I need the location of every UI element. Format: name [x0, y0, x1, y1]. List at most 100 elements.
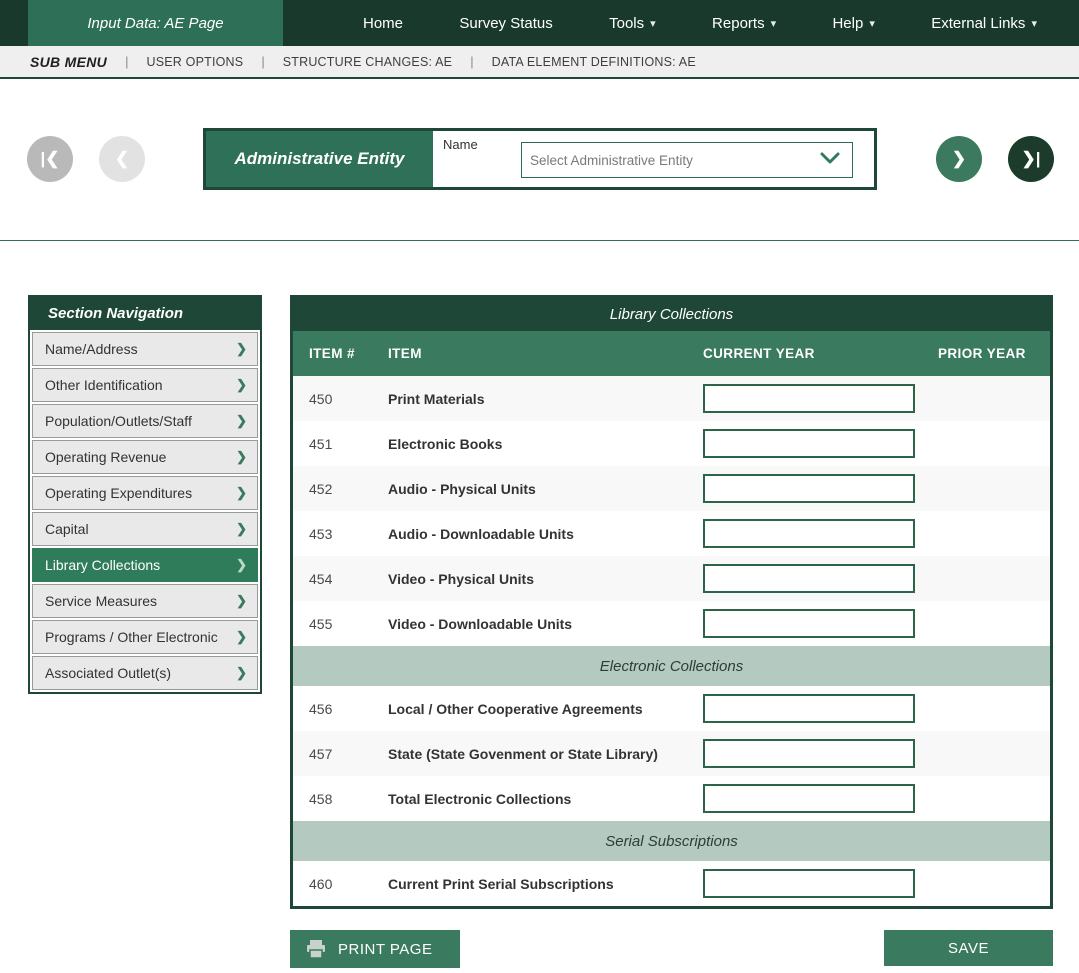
entity-select-value: Select Administrative Entity [530, 153, 820, 168]
current-year-input[interactable] [703, 429, 915, 458]
row-current-year-cell [703, 739, 938, 768]
sidebar-item-operating-revenue[interactable]: Operating Revenue ❯ [32, 440, 258, 474]
sidebar-item-operating-expenditures[interactable]: Operating Expenditures ❯ [32, 476, 258, 510]
chevron-right-icon: ❯ [236, 485, 247, 501]
chevron-right-icon: ❯ [236, 665, 247, 681]
pager-last-button[interactable]: ❯| [1008, 136, 1054, 182]
pager-prev-button[interactable]: ❮ [99, 136, 145, 182]
pager-first-button[interactable]: |❮ [27, 136, 73, 182]
row-item-number: 460 [293, 876, 388, 892]
nav-item[interactable]: Tools ▾ [609, 15, 656, 32]
table-row: 457 State (State Govenment or State Libr… [293, 731, 1050, 776]
pager-next-button[interactable]: ❯ [936, 136, 982, 182]
row-item-label: Audio - Downloadable Units [388, 526, 703, 542]
nav-item-label: Tools [609, 15, 644, 32]
table-row: 460 Current Print Serial Subscriptions [293, 861, 1050, 906]
row-item-number: 450 [293, 391, 388, 407]
table-row: 450 Print Materials [293, 376, 1050, 421]
row-item-number: 453 [293, 526, 388, 542]
sidebar-item-associated-outlet-s[interactable]: Associated Outlet(s) ❯ [32, 656, 258, 690]
sidebar-item-programs-other-electronic[interactable]: Programs / Other Electronic ❯ [32, 620, 258, 654]
chevron-right-icon: ❯ [236, 341, 247, 357]
row-current-year-cell [703, 694, 938, 723]
section-navigation-sidebar: Section Navigation Name/Address ❯ Other … [28, 295, 262, 694]
nav-item[interactable]: External Links ▾ [931, 15, 1037, 32]
nav-item[interactable]: Home [363, 15, 403, 32]
table-section-header: Serial Subscriptions [293, 821, 1050, 861]
current-year-input[interactable] [703, 474, 915, 503]
row-item-number: 458 [293, 791, 388, 807]
top-navbar: Input Data: AE Page Home Survey Status T… [0, 0, 1079, 46]
nav-item-label: Reports [712, 15, 765, 32]
sidebar-item-name-address[interactable]: Name/Address ❯ [32, 332, 258, 366]
entity-selector-box: Administrative Entity Name Select Admini… [203, 128, 877, 190]
current-year-input[interactable] [703, 869, 915, 898]
submenu-item[interactable]: USER OPTIONS [146, 55, 243, 69]
entity-name-label: Name [443, 137, 478, 152]
save-button[interactable]: SAVE [884, 930, 1053, 966]
table-body: 450 Print Materials 451 Electronic Books… [293, 376, 1050, 906]
sidebar-item-capital[interactable]: Capital ❯ [32, 512, 258, 546]
current-year-input[interactable] [703, 384, 915, 413]
entity-box-content: Name Select Administrative Entity [433, 131, 874, 187]
row-item-label: State (State Govenment or State Library) [388, 746, 703, 762]
sidebar-item-label: Capital [45, 521, 236, 537]
active-page-tab[interactable]: Input Data: AE Page [28, 0, 283, 46]
current-year-input[interactable] [703, 609, 915, 638]
sidebar-item-service-measures[interactable]: Service Measures ❯ [32, 584, 258, 618]
sidebar-item-label: Other Identification [45, 377, 236, 393]
sidebar-title: Section Navigation [30, 297, 260, 330]
row-item-number: 456 [293, 701, 388, 717]
sidebar-item-label: Library Collections [45, 557, 236, 573]
caret-down-icon: ▾ [771, 17, 777, 30]
print-page-button[interactable]: PRINT PAGE [290, 930, 460, 968]
sidebar-item-other-identification[interactable]: Other Identification ❯ [32, 368, 258, 402]
table-row: 454 Video - Physical Units [293, 556, 1050, 601]
sidebar-item-label: Population/Outlets/Staff [45, 413, 236, 429]
sidebar-item-population-outlets-staff[interactable]: Population/Outlets/Staff ❯ [32, 404, 258, 438]
nav-item-label: External Links [931, 15, 1025, 32]
sidebar-item-library-collections[interactable]: Library Collections ❯ [32, 548, 258, 582]
table-section-header: Electronic Collections [293, 646, 1050, 686]
sidebar-item-label: Associated Outlet(s) [45, 665, 236, 681]
main-nav: Home Survey Status Tools ▾ Reports ▾ Hel… [283, 0, 1079, 46]
nav-item[interactable]: Help ▾ [832, 15, 874, 32]
table-row: 455 Video - Downloadable Units [293, 601, 1050, 646]
current-year-input[interactable] [703, 564, 915, 593]
chevron-right-icon: ❯ [236, 413, 247, 429]
sidebar-items: Name/Address ❯ Other Identification ❯ Po… [30, 332, 260, 690]
section-divider [0, 240, 1079, 241]
table-row: 451 Electronic Books [293, 421, 1050, 466]
sidebar-item-label: Operating Revenue [45, 449, 236, 465]
row-item-label: Print Materials [388, 391, 703, 407]
table-header-row: ITEM # ITEM CURRENT YEAR PRIOR YEAR [293, 331, 1050, 376]
save-label: SAVE [948, 940, 989, 957]
row-item-number: 451 [293, 436, 388, 452]
nav-item[interactable]: Survey Status [459, 15, 552, 32]
nav-item[interactable]: Reports ▾ [712, 15, 776, 32]
current-year-input[interactable] [703, 694, 915, 723]
caret-down-icon: ▾ [1031, 17, 1037, 30]
row-current-year-cell [703, 784, 938, 813]
submenu-item[interactable]: STRUCTURE CHANGES: AE [283, 55, 453, 69]
nav-item-label: Help [832, 15, 863, 32]
table-row: 456 Local / Other Cooperative Agreements [293, 686, 1050, 731]
row-item-label: Audio - Physical Units [388, 481, 703, 497]
submenu-separator: | [261, 54, 264, 69]
row-current-year-cell [703, 519, 938, 548]
row-item-number: 457 [293, 746, 388, 762]
entity-box-title: Administrative Entity [206, 131, 433, 187]
current-year-input[interactable] [703, 519, 915, 548]
submenu-item[interactable]: DATA ELEMENT DEFINITIONS: AE [492, 55, 696, 69]
entity-select-dropdown[interactable]: Select Administrative Entity [521, 142, 853, 178]
chevron-right-icon: ❯ [236, 593, 247, 609]
current-year-input[interactable] [703, 784, 915, 813]
submenu-title: SUB MENU [30, 54, 107, 70]
chevron-right-icon: ❯ [236, 521, 247, 537]
table-row: 453 Audio - Downloadable Units [293, 511, 1050, 556]
row-item-label: Electronic Books [388, 436, 703, 452]
row-item-label: Current Print Serial Subscriptions [388, 876, 703, 892]
sidebar-item-label: Programs / Other Electronic [45, 629, 236, 645]
current-year-input[interactable] [703, 739, 915, 768]
row-item-number: 452 [293, 481, 388, 497]
